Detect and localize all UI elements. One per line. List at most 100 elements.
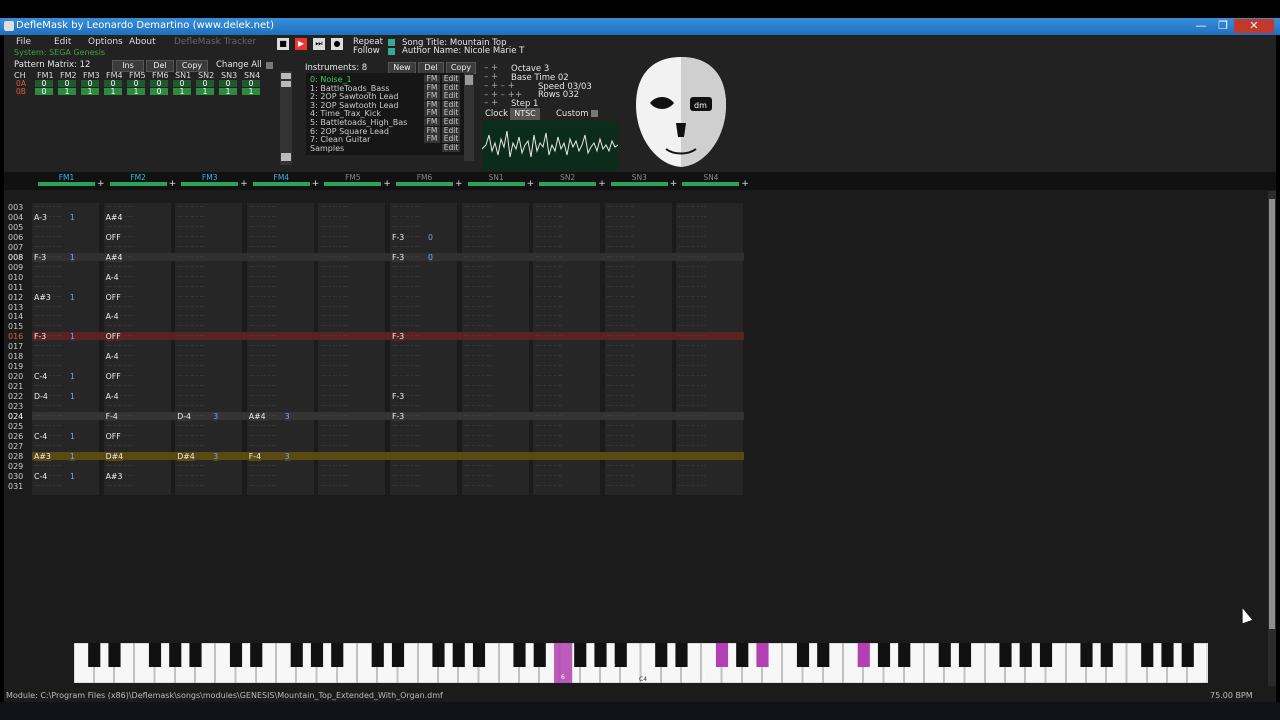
channel-add-effect-button[interactable]: + [527,179,535,189]
piano-black-key[interactable] [715,643,729,667]
empty-cell[interactable]: --- - -- - -- [392,243,419,250]
empty-cell[interactable]: --- - -- - -- [320,392,347,399]
empty-cell[interactable]: --- - -- - -- [607,372,634,379]
pm-cell[interactable]: 0 [35,88,53,95]
pattern-note[interactable]: OFF [105,292,121,302]
empty-cell[interactable]: --- - -- - -- [249,203,276,210]
pm-cell[interactable]: 1 [104,88,122,95]
empty-cell[interactable]: --- - -- - -- [249,312,276,319]
empty-cell[interactable]: --- - -- - -- [106,263,133,270]
piano-black-key[interactable] [250,643,263,667]
empty-cell[interactable]: --- - -- - -- [34,442,61,449]
empty-cell[interactable]: --- - -- - -- [249,392,276,399]
empty-cell[interactable]: --- - -- - -- [177,422,204,429]
empty-cell[interactable]: --- - -- - -- [464,233,491,240]
empty-cell[interactable]: --- - -- - -- [320,372,347,379]
empty-cell[interactable]: --- - -- - -- [106,462,133,469]
empty-cell[interactable]: --- - -- - -- [249,462,276,469]
empty-cell[interactable]: --- - -- - -- [678,332,705,339]
empty-cell[interactable]: --- - -- - -- [34,482,61,489]
pattern-note[interactable]: F-3 [392,411,405,421]
pattern-instrument[interactable]: 1 [70,471,75,481]
channel-volume-bar[interactable] [539,182,597,186]
empty-cell[interactable]: --- - -- - -- [320,412,347,419]
empty-cell[interactable]: --- - -- - -- [392,452,419,459]
instrument-item[interactable]: Samples [310,144,344,153]
channel-volume-bar[interactable] [109,182,167,186]
pattern-note[interactable]: F-3 [392,392,405,402]
channel-add-effect-button[interactable]: + [312,179,320,189]
empty-cell[interactable]: --- - -- - -- [177,322,204,329]
channel-volume-bar[interactable] [610,182,668,186]
empty-cell[interactable]: --- - -- - -- [535,432,562,439]
empty-cell[interactable]: --- - -- - -- [106,203,133,210]
empty-cell[interactable]: --- - -- - -- [607,392,634,399]
pattern-note[interactable]: A-4 [105,272,119,282]
pattern-instrument[interactable]: 1 [70,292,75,302]
empty-cell[interactable]: --- - -- - -- [34,362,61,369]
empty-cell[interactable]: --- - -- - -- [535,293,562,300]
piano-black-key[interactable] [614,643,627,667]
repeat-checkbox[interactable] [388,39,395,46]
empty-cell[interactable]: --- - -- - -- [535,452,562,459]
piano-black-key[interactable] [1181,643,1194,667]
channel-volume-bar[interactable] [324,182,382,186]
empty-cell[interactable]: --- - -- - -- [607,472,634,479]
empty-cell[interactable]: --- - -- - -- [249,322,276,329]
empty-cell[interactable]: --- - -- - -- [464,273,491,280]
empty-cell[interactable]: --- - -- - -- [34,322,61,329]
empty-cell[interactable]: --- - -- - -- [177,442,204,449]
pattern-note[interactable]: A-3 [34,212,47,222]
channel-volume-bar[interactable] [252,182,310,186]
empty-cell[interactable]: --- - -- - -- [177,372,204,379]
empty-cell[interactable]: --- - -- - -- [249,352,276,359]
empty-cell[interactable]: --- - -- - -- [678,213,705,220]
pattern-note[interactable]: OFF [105,332,121,342]
empty-cell[interactable]: --- - -- - -- [607,312,634,319]
channel-add-effect-button[interactable]: + [169,179,177,189]
empty-cell[interactable]: --- - -- - -- [392,352,419,359]
empty-cell[interactable]: --- - -- - -- [177,203,204,210]
empty-cell[interactable]: --- - -- - -- [607,253,634,260]
empty-cell[interactable]: --- - -- - -- [177,273,204,280]
empty-cell[interactable]: --- - -- - -- [249,422,276,429]
empty-cell[interactable]: --- - -- - -- [607,263,634,270]
empty-cell[interactable]: --- - -- - -- [392,432,419,439]
empty-cell[interactable]: --- - -- - -- [177,352,204,359]
empty-cell[interactable]: --- - -- - -- [535,462,562,469]
channel-name[interactable]: FM1 [38,173,95,182]
empty-cell[interactable]: --- - -- - -- [177,293,204,300]
empty-cell[interactable]: --- - -- - -- [464,352,491,359]
empty-cell[interactable]: --- - -- - -- [249,223,276,230]
empty-cell[interactable]: --- - -- - -- [106,362,133,369]
pattern-note[interactable]: A#3 [105,471,123,481]
empty-cell[interactable]: --- - -- - -- [106,442,133,449]
pm-cell[interactable]: 0 [219,80,237,87]
stop-button[interactable]: ■ [277,38,289,50]
empty-cell[interactable]: --- - -- - -- [607,382,634,389]
empty-cell[interactable]: --- - -- - -- [607,322,634,329]
empty-cell[interactable]: --- - -- - -- [464,362,491,369]
empty-cell[interactable]: --- - -- - -- [607,352,634,359]
empty-cell[interactable]: --- - -- - -- [678,422,705,429]
piano-black-key[interactable] [796,643,810,667]
empty-cell[interactable]: --- - -- - -- [249,243,276,250]
empty-cell[interactable]: --- - -- - -- [678,362,705,369]
piano-black-key[interactable] [594,643,607,667]
empty-cell[interactable]: --- - -- - -- [249,402,276,409]
empty-cell[interactable]: --- - -- - -- [392,263,419,270]
empty-cell[interactable]: --- - -- - -- [464,382,491,389]
empty-cell[interactable]: --- - -- - -- [392,372,419,379]
empty-cell[interactable]: --- - -- - -- [607,432,634,439]
piano-black-key[interactable] [371,643,384,667]
empty-cell[interactable]: --- - -- - -- [177,243,204,250]
pattern-note[interactable]: D#4 [177,451,195,461]
empty-cell[interactable]: --- - -- - -- [320,243,347,250]
empty-cell[interactable]: --- - -- - -- [34,342,61,349]
empty-cell[interactable]: --- - -- - -- [320,402,347,409]
empty-cell[interactable]: --- - -- - -- [320,233,347,240]
piano-black-key[interactable] [1019,643,1032,667]
channel-name[interactable]: FM6 [396,173,453,182]
piano-black-key[interactable] [675,643,688,667]
pm-cell[interactable]: 0 [81,80,99,87]
